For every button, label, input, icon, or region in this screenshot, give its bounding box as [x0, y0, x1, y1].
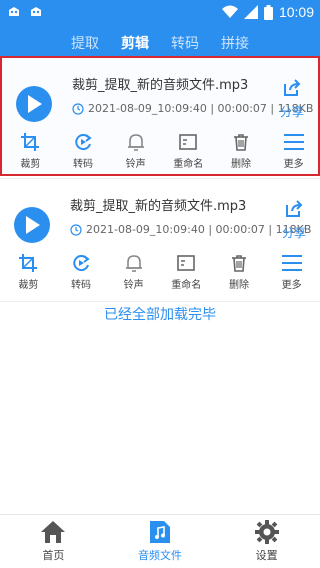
more-label: 更多	[281, 280, 302, 291]
delete-label: 删除	[230, 159, 251, 170]
nav-home-label: 首页	[42, 549, 65, 562]
tab-join[interactable]: 拼接	[219, 27, 251, 59]
trim-label: 裁剪	[20, 159, 41, 170]
nav-settings-label: 设置	[255, 549, 278, 562]
wifi-icon	[221, 5, 238, 18]
ringtone-label: 铃声	[125, 159, 146, 170]
file-actions: 裁剪 转码 铃声 重命名 删除 更多	[2, 132, 320, 170]
play-icon	[28, 95, 42, 113]
top-tab-bar: 提取 剪辑 转码 拼接	[0, 26, 320, 60]
tab-transcode[interactable]: 转码	[169, 27, 201, 59]
rename-label: 重命名	[173, 159, 204, 170]
menu-icon	[281, 255, 302, 271]
battery-icon	[263, 4, 273, 20]
more-label: 更多	[283, 159, 304, 170]
bottom-nav: 首页 音频文件 设置	[0, 514, 320, 568]
menu-icon	[283, 134, 304, 150]
transcode-button[interactable]: 转码	[57, 132, 109, 170]
ringtone-label: 铃声	[123, 280, 144, 291]
file-title: 裁剪_提取_新的音频文件.mp3	[72, 78, 249, 93]
file-actions: 裁剪 转码 铃声 重命名 删除 更多	[0, 253, 320, 291]
nav-audio-files-label: 音频文件	[137, 549, 182, 562]
more-button[interactable]: 更多	[266, 253, 318, 291]
all-loaded-message: 已经全部加载完毕	[104, 307, 216, 323]
nav-home[interactable]: 首页	[8, 520, 98, 563]
transcode-icon	[73, 255, 90, 272]
app-notification-icon	[9, 7, 19, 16]
trim-label: 裁剪	[18, 280, 39, 291]
tab-edit[interactable]: 剪辑	[119, 27, 151, 59]
delete-label: 删除	[228, 280, 249, 291]
app-notification-icon	[31, 7, 41, 16]
clock-icon	[70, 223, 82, 236]
delete-button[interactable]: 删除	[213, 253, 265, 291]
more-button[interactable]: 更多	[268, 132, 320, 170]
share-icon	[286, 200, 303, 217]
bell-icon	[127, 134, 144, 151]
transcode-icon	[75, 134, 92, 151]
file-meta: 2021-08-09_10:09:40 | 00:00:07 | 118KB	[70, 223, 311, 236]
share-button[interactable]: 分享	[278, 199, 310, 241]
signal-icon	[243, 5, 258, 19]
play-button[interactable]	[14, 207, 50, 243]
nav-audio-files[interactable]: 音频文件	[115, 520, 205, 563]
rename-label: 重命名	[171, 280, 202, 291]
trash-icon	[231, 255, 246, 272]
status-bar: 10:09	[0, 0, 320, 26]
share-label: 分享	[281, 226, 306, 240]
ringtone-button[interactable]: 铃声	[110, 132, 162, 170]
tab-extract[interactable]: 提取	[69, 27, 101, 59]
transcode-label: 转码	[72, 159, 93, 170]
list-item[interactable]: 裁剪_提取_新的音频文件.mp3 2021-08-09_10:09:40 | 0…	[0, 56, 320, 176]
transcode-button[interactable]: 转码	[55, 253, 107, 291]
play-icon	[26, 216, 40, 234]
gear-icon	[254, 520, 279, 544]
transcode-label: 转码	[70, 280, 91, 291]
crop-icon	[19, 254, 38, 272]
nav-settings[interactable]: 设置	[222, 520, 312, 563]
ringtone-button[interactable]: 铃声	[108, 253, 160, 291]
trim-button[interactable]: 裁剪	[2, 253, 54, 291]
clock-icon	[72, 102, 84, 115]
trim-button[interactable]: 裁剪	[4, 132, 56, 170]
bell-icon	[125, 255, 142, 272]
divider	[0, 301, 320, 302]
rename-icon	[179, 134, 198, 150]
delete-button[interactable]: 删除	[215, 132, 267, 170]
play-button[interactable]	[16, 86, 52, 122]
share-label: 分享	[279, 105, 304, 119]
home-icon	[41, 521, 66, 543]
list-item[interactable]: 裁剪_提取_新的音频文件.mp3 2021-08-09_10:09:40 | 0…	[0, 179, 320, 299]
music-file-icon	[149, 521, 170, 543]
rename-button[interactable]: 重命名	[160, 253, 212, 291]
share-icon	[284, 79, 301, 96]
share-button[interactable]: 分享	[276, 78, 308, 120]
status-time: 10:09	[278, 4, 314, 20]
rename-button[interactable]: 重命名	[162, 132, 214, 170]
crop-icon	[21, 133, 40, 151]
audio-file-list: 裁剪_提取_新的音频文件.mp3 2021-08-09_10:09:40 | 0…	[0, 56, 320, 302]
rename-icon	[177, 255, 196, 271]
file-title: 裁剪_提取_新的音频文件.mp3	[70, 199, 247, 214]
trash-icon	[233, 134, 248, 151]
